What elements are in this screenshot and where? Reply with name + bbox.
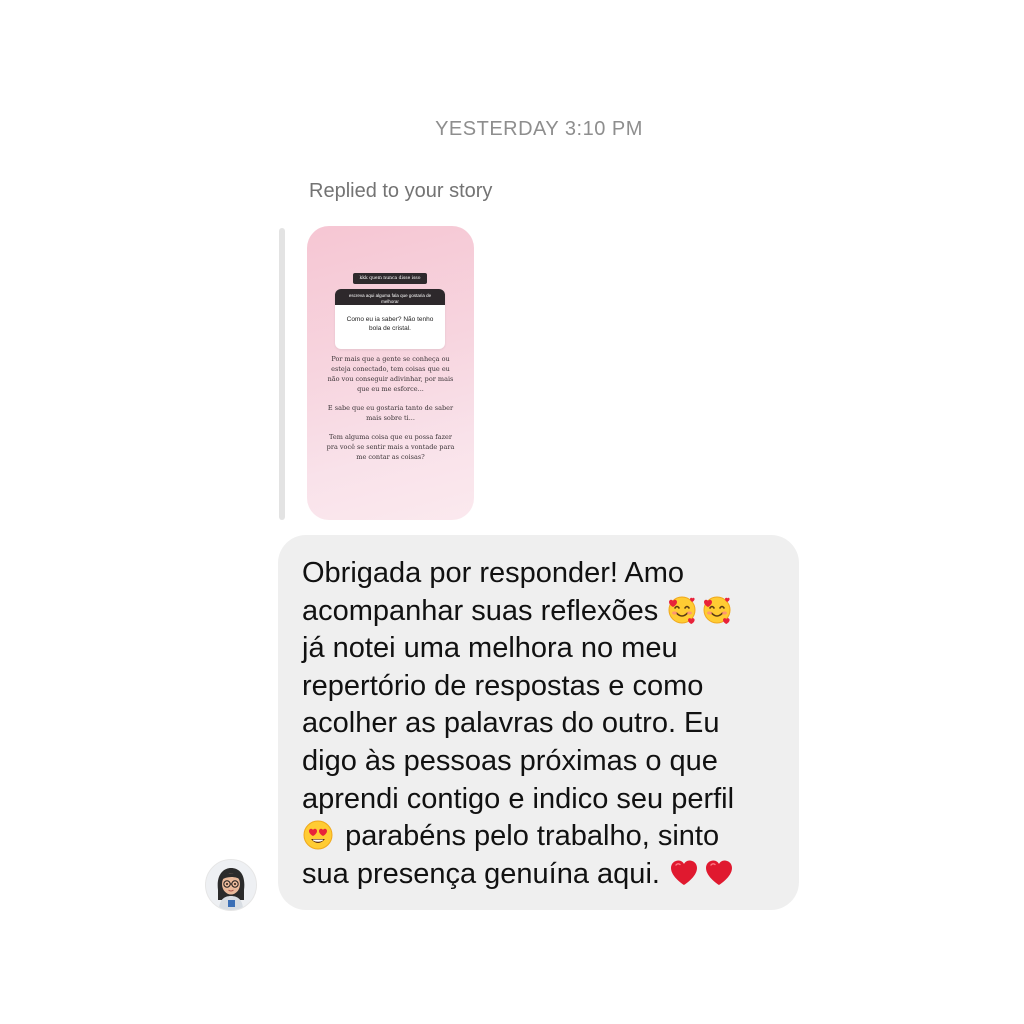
message-line-with-emoji: acompanhar suas reflexões (302, 593, 777, 631)
smiling-face-with-hearts-icon (666, 594, 698, 626)
story-body-text: Por mais que a gente se conheça ou estej… (325, 354, 456, 471)
story-paragraph: E sabe que eu gostaria tanto de saber ma… (327, 404, 454, 422)
question-sticker-prompt: escreva aqui alguma fala que gostaria de… (335, 289, 445, 305)
smiling-face-with-hearts-icon (701, 594, 733, 626)
message-line-with-emoji: parabéns pelo trabalho, sinto (302, 818, 777, 856)
message-line: Obrigada por responder! Amo (302, 557, 685, 589)
dm-thread: YESTERDAY 3:10 PM Replied to your story … (0, 0, 1024, 1024)
reply-indicator-bar (279, 228, 285, 520)
message-line: já notei uma melhora no meu (302, 632, 678, 665)
story-paragraph: Tem alguma coisa que eu possa fazer pra … (326, 433, 455, 461)
story-header-caption: kkk quem nunca disse isso (353, 273, 427, 284)
story-paragraph: Por mais que a gente se conheça ou estej… (327, 355, 454, 393)
heart-eyes-face-icon (302, 819, 334, 851)
story-preview-thumbnail[interactable]: kkk quem nunca disse isso escreva aqui a… (307, 226, 474, 520)
message-line: repertório de respostas e como (302, 669, 704, 702)
message-text: Obrigada por responder! Amo acompanhar s… (302, 555, 777, 893)
message-line: sua presença genuína aqui. (302, 857, 660, 890)
red-heart-icon (668, 857, 700, 889)
story-question-sticker: escreva aqui alguma fala que gostaria de… (335, 289, 445, 349)
red-heart-icon (703, 857, 735, 889)
message-line: acolher as palavras do outro. Eu (302, 707, 720, 740)
message-timestamp: YESTERDAY 3:10 PM (435, 118, 643, 140)
message-line-with-emoji: sua presença genuína aqui. (302, 856, 777, 894)
message-line: aprendi contigo e indico seu perfil (302, 782, 735, 815)
question-sticker-answer: Como eu ia saber? Não tenho bola de cris… (346, 316, 434, 332)
message-line: digo às pessoas próximas o que (302, 744, 718, 777)
memoji-avatar-icon (206, 860, 256, 910)
message-line: acompanhar suas reflexões (302, 594, 659, 627)
message-bubble[interactable]: Obrigada por responder! Amo acompanhar s… (278, 535, 799, 910)
replied-to-story-label: Replied to your story (309, 180, 493, 202)
sender-avatar[interactable] (205, 859, 257, 911)
message-line: parabéns pelo trabalho, sinto (345, 820, 720, 853)
